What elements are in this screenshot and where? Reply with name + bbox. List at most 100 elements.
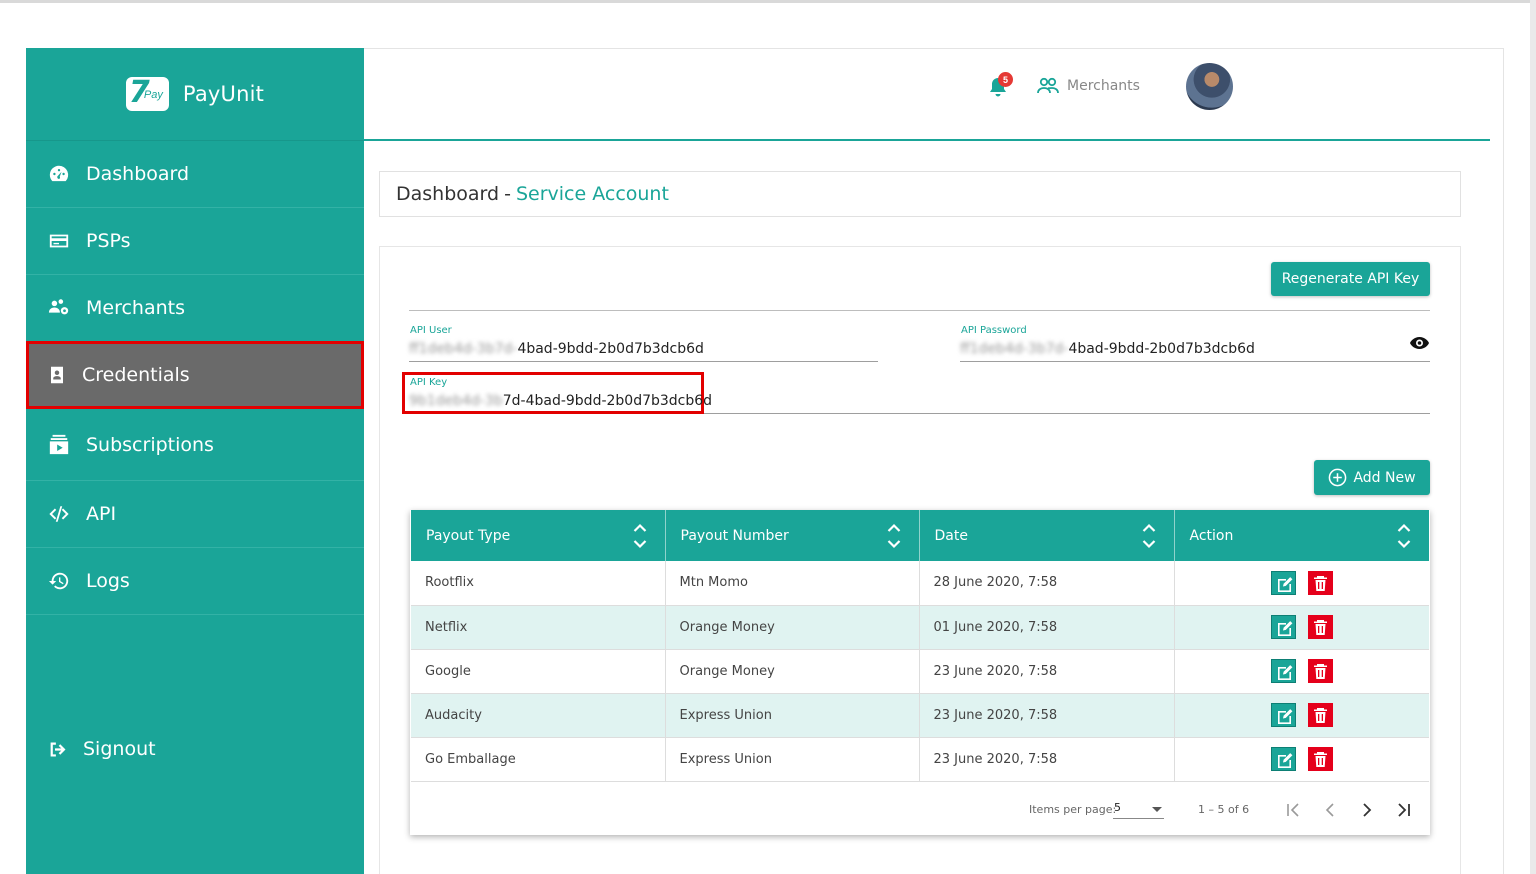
api-user-label: API User	[410, 325, 452, 336]
items-per-page-select[interactable]: 5	[1113, 801, 1164, 819]
cell-payout-number: Express Union	[665, 693, 920, 738]
header-merchants-label: Merchants	[1067, 78, 1140, 94]
edit-icon[interactable]	[1270, 747, 1296, 771]
sign-out-icon	[50, 742, 66, 756]
first-page-icon[interactable]	[1283, 800, 1303, 820]
user-avatar[interactable]	[1186, 63, 1233, 110]
sort-icon[interactable]	[1142, 522, 1156, 550]
delete-trash-icon[interactable]	[1307, 703, 1333, 727]
sidebar-item-subscriptions[interactable]: Subscriptions	[26, 409, 364, 481]
sidebar-item-label: Merchants	[86, 297, 185, 319]
credit-card-icon	[49, 234, 69, 248]
brand[interactable]: 7 Pay PayUnit	[26, 48, 364, 141]
scrollbar-track[interactable]	[1530, 0, 1536, 874]
sidebar-item-label: PSPs	[86, 230, 131, 252]
api-password-field[interactable]: ff1deb4d-3b7d-4bad-9bdd-2b0d7b3dcb6d	[960, 341, 1255, 357]
sort-icon[interactable]	[1397, 522, 1411, 550]
api-key-field[interactable]: 9b1deb4d-3b7d-4bad-9bdd-2b0d7b3dcb6d	[409, 393, 712, 409]
api-key-masked: 9b1deb4d-3b	[409, 393, 503, 409]
window-top-border	[0, 0, 1536, 3]
api-password-value: 4bad-9bdd-2b0d7b3dcb6d	[1068, 341, 1255, 357]
cell-payout-number: Express Union	[665, 737, 920, 782]
cell-date: 23 June 2020, 7:58	[919, 737, 1175, 782]
api-key-value: 7d-4bad-9bdd-2b0d7b3dcb6d	[502, 393, 713, 409]
api-password-masked: ff1deb4d-3b7d-	[960, 341, 1069, 357]
sort-icon[interactable]	[633, 522, 647, 550]
page-range-label: 1 – 5 of 6	[1198, 803, 1250, 816]
regenerate-api-key-button[interactable]: Regenerate API Key	[1271, 262, 1430, 296]
api-key-underline	[704, 413, 1430, 414]
column-header-label: Payout Type	[426, 527, 511, 544]
column-header-action[interactable]: Action	[1174, 510, 1429, 561]
sidebar-item-merchants[interactable]: Merchants	[26, 275, 364, 342]
column-header-payout-type[interactable]: Payout Type	[411, 510, 666, 561]
column-header-label: Date	[934, 527, 968, 544]
sidebar-item-api[interactable]: API	[26, 481, 364, 548]
cell-payout-number: Mtn Momo	[665, 561, 920, 606]
payouts-table: Payout Type Payout Number Date Action Ro…	[411, 510, 1429, 782]
breadcrumb-root[interactable]: Dashboard	[396, 183, 499, 205]
header-divider	[364, 139, 1490, 141]
cell-payout-type: Rootflix	[411, 561, 666, 606]
signout-button[interactable]: Signout	[26, 716, 364, 782]
table-row[interactable]: Netflix Orange Money 01 June 2020, 7:58	[411, 605, 1429, 650]
table-row[interactable]: Google Orange Money 23 June 2020, 7:58	[411, 649, 1429, 694]
column-header-label: Action	[1189, 527, 1234, 544]
table-row[interactable]: Go Emballage Express Union 23 June 2020,…	[411, 737, 1429, 782]
table-header-row: Payout Type Payout Number Date Action	[411, 510, 1429, 561]
delete-trash-icon[interactable]	[1307, 570, 1333, 595]
sidebar-item-logs[interactable]: Logs	[26, 548, 364, 615]
add-new-label: Add New	[1353, 469, 1416, 486]
cell-action	[1174, 737, 1429, 782]
api-key-label: API Key	[410, 377, 448, 388]
notification-count-badge: 5	[998, 72, 1013, 87]
edit-icon[interactable]	[1270, 615, 1296, 639]
paginator: Items per page: 5 1 – 5 of 6	[410, 790, 1430, 830]
edit-icon[interactable]	[1270, 659, 1296, 683]
table-row[interactable]: Audacity Express Union 23 June 2020, 7:5…	[411, 693, 1429, 738]
api-user-value: 4bad-9bdd-2b0d7b3dcb6d	[517, 341, 704, 357]
cell-action	[1174, 605, 1429, 650]
items-per-page-value: 5	[1114, 801, 1121, 814]
edit-icon[interactable]	[1270, 703, 1296, 727]
cell-action	[1174, 561, 1429, 606]
sort-icon[interactable]	[887, 522, 901, 550]
cell-action	[1174, 693, 1429, 738]
sidebar-item-label: Subscriptions	[86, 433, 214, 456]
column-header-date[interactable]: Date	[919, 510, 1175, 561]
delete-trash-icon[interactable]	[1307, 659, 1333, 683]
delete-trash-icon[interactable]	[1307, 615, 1333, 639]
add-new-button[interactable]: Add New	[1314, 460, 1430, 495]
column-header-payout-number[interactable]: Payout Number	[665, 510, 920, 561]
table-row[interactable]: Rootflix Mtn Momo 28 June 2020, 7:58	[411, 561, 1429, 606]
brand-name: PayUnit	[182, 82, 265, 106]
cell-payout-type: Audacity	[411, 693, 666, 738]
payouts-table-card: Payout Type Payout Number Date Action Ro…	[410, 510, 1430, 835]
cell-payout-number: Orange Money	[665, 605, 920, 650]
sidebar-item-label: Dashboard	[86, 163, 190, 185]
column-header-label: Payout Number	[680, 527, 789, 544]
cell-date: 23 June 2020, 7:58	[919, 649, 1175, 694]
sidebar-item-dashboard[interactable]: Dashboard	[26, 141, 364, 208]
api-user-field[interactable]: ff1deb4d-3b7d-4bad-9bdd-2b0d7b3dcb6d	[409, 341, 704, 357]
cell-payout-type: Netflix	[411, 605, 666, 650]
breadcrumb-current: Service Account	[515, 183, 669, 205]
show-password-eye-icon[interactable]	[1409, 335, 1430, 351]
history-icon	[48, 572, 69, 590]
id-badge-icon	[51, 366, 63, 384]
plus-circle-icon	[1329, 468, 1347, 487]
next-page-icon[interactable]	[1357, 800, 1377, 820]
delete-trash-icon[interactable]	[1307, 747, 1333, 771]
previous-page-icon[interactable]	[1320, 800, 1340, 820]
last-page-icon[interactable]	[1394, 800, 1414, 820]
header-merchants-link[interactable]: Merchants	[1037, 76, 1140, 96]
sidebar: 7 Pay PayUnit Dashboard PSPs Merchants Cr…	[26, 48, 364, 874]
sidebar-item-credentials[interactable]: Credentials	[26, 341, 364, 409]
cell-payout-type: Go Emballage	[411, 737, 666, 782]
sidebar-item-psps[interactable]: PSPs	[26, 208, 364, 275]
api-password-underline	[960, 361, 1430, 362]
edit-icon[interactable]	[1270, 570, 1296, 595]
sidebar-item-label: Credentials	[82, 364, 190, 386]
payunit-logo-icon: 7 Pay	[125, 77, 169, 111]
cell-date: 23 June 2020, 7:58	[919, 693, 1175, 738]
